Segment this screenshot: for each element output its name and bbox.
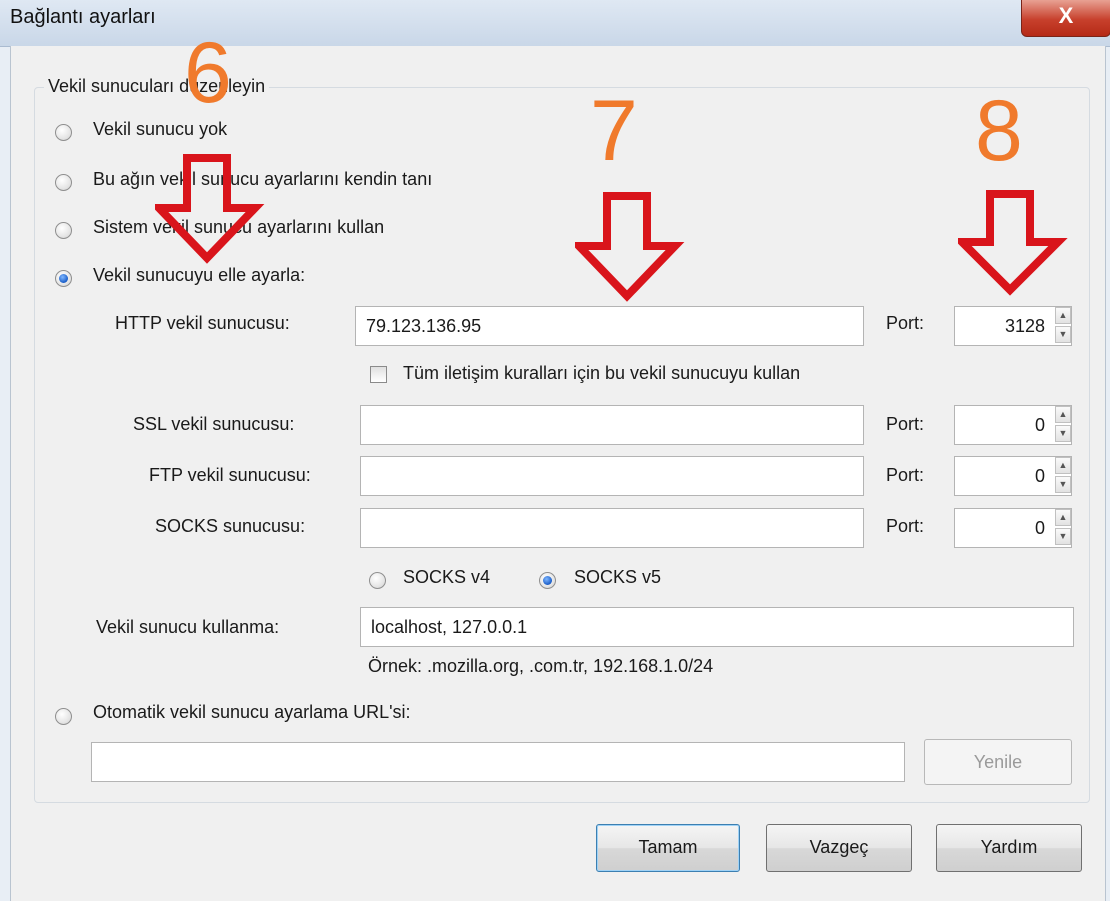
http-port-spinner[interactable]: ▲ ▼: [1055, 307, 1071, 345]
title-bar: [0, 0, 1110, 47]
ftp-proxy-input[interactable]: [360, 456, 864, 496]
socks-proxy-label: SOCKS sunucusu:: [155, 516, 306, 536]
close-icon: X: [1058, 3, 1074, 28]
socks-port-label: Port:: [886, 516, 925, 536]
spin-up-icon[interactable]: ▲: [1055, 307, 1071, 324]
radio-system-proxy[interactable]: [55, 222, 72, 239]
radio-socks-v4-label[interactable]: SOCKS v4: [403, 567, 490, 588]
socks-proxy-input[interactable]: [360, 508, 864, 548]
annotation-number-6: 6: [184, 25, 232, 121]
spin-down-icon[interactable]: ▼: [1055, 326, 1071, 343]
radio-auto-url[interactable]: [55, 708, 72, 725]
no-proxy-example: Örnek: .mozilla.org, .com.tr, 192.168.1.…: [368, 656, 714, 676]
reload-button[interactable]: Yenile: [924, 739, 1072, 785]
http-port-label: Port:: [886, 313, 925, 333]
radio-socks-v5[interactable]: [539, 572, 556, 589]
ok-button[interactable]: Tamam: [596, 824, 740, 872]
annotation-arrow-down-icon: [155, 154, 265, 264]
radio-manual-proxy[interactable]: [55, 270, 72, 287]
no-proxy-input[interactable]: localhost, 127.0.0.1: [360, 607, 1074, 647]
ssl-port-label: Port:: [886, 414, 925, 434]
help-button[interactable]: Yardım: [936, 824, 1082, 872]
close-button[interactable]: X: [1021, 0, 1110, 37]
group-title: Vekil sunucuları düzenleyin: [44, 76, 270, 97]
radio-auto-url-label[interactable]: Otomatik vekil sunucu ayarlama URL'si:: [93, 702, 411, 723]
annotation-arrow-down-icon: [575, 192, 685, 302]
annotation-number-7: 7: [590, 83, 638, 179]
spin-down-icon[interactable]: ▼: [1055, 476, 1071, 493]
radio-manual-proxy-label[interactable]: Vekil sunucuyu elle ayarla:: [93, 265, 305, 286]
radio-socks-v5-label[interactable]: SOCKS v5: [574, 567, 661, 588]
ssl-proxy-label: SSL vekil sunucusu:: [133, 414, 295, 434]
spin-up-icon[interactable]: ▲: [1055, 406, 1071, 423]
spin-up-icon[interactable]: ▲: [1055, 509, 1071, 526]
http-proxy-input[interactable]: 79.123.136.95: [355, 306, 864, 346]
no-proxy-label: Vekil sunucu kullanma:: [96, 617, 280, 637]
window-title: Bağlantı ayarları: [10, 6, 156, 28]
cancel-button[interactable]: Vazgeç: [766, 824, 912, 872]
auto-url-input[interactable]: [91, 742, 905, 782]
radio-no-proxy[interactable]: [55, 124, 72, 141]
socks-port-spinner[interactable]: ▲ ▼: [1055, 509, 1071, 547]
radio-auto-detect[interactable]: [55, 174, 72, 191]
http-proxy-label: HTTP vekil sunucusu:: [115, 313, 290, 333]
radio-no-proxy-label[interactable]: Vekil sunucu yok: [93, 119, 227, 140]
ftp-proxy-label: FTP vekil sunucusu:: [149, 465, 311, 485]
spin-down-icon[interactable]: ▼: [1055, 425, 1071, 442]
ssl-proxy-input[interactable]: [360, 405, 864, 445]
spin-up-icon[interactable]: ▲: [1055, 457, 1071, 474]
annotation-number-8: 8: [975, 83, 1023, 179]
share-all-label[interactable]: Tüm iletişim kuralları için bu vekil sun…: [403, 363, 800, 384]
radio-socks-v4[interactable]: [369, 572, 386, 589]
ftp-port-spinner[interactable]: ▲ ▼: [1055, 457, 1071, 495]
ssl-port-spinner[interactable]: ▲ ▼: [1055, 406, 1071, 444]
spin-down-icon[interactable]: ▼: [1055, 528, 1071, 545]
share-all-checkbox[interactable]: [370, 366, 387, 383]
annotation-arrow-down-icon: [958, 190, 1068, 296]
ftp-port-label: Port:: [886, 465, 925, 485]
